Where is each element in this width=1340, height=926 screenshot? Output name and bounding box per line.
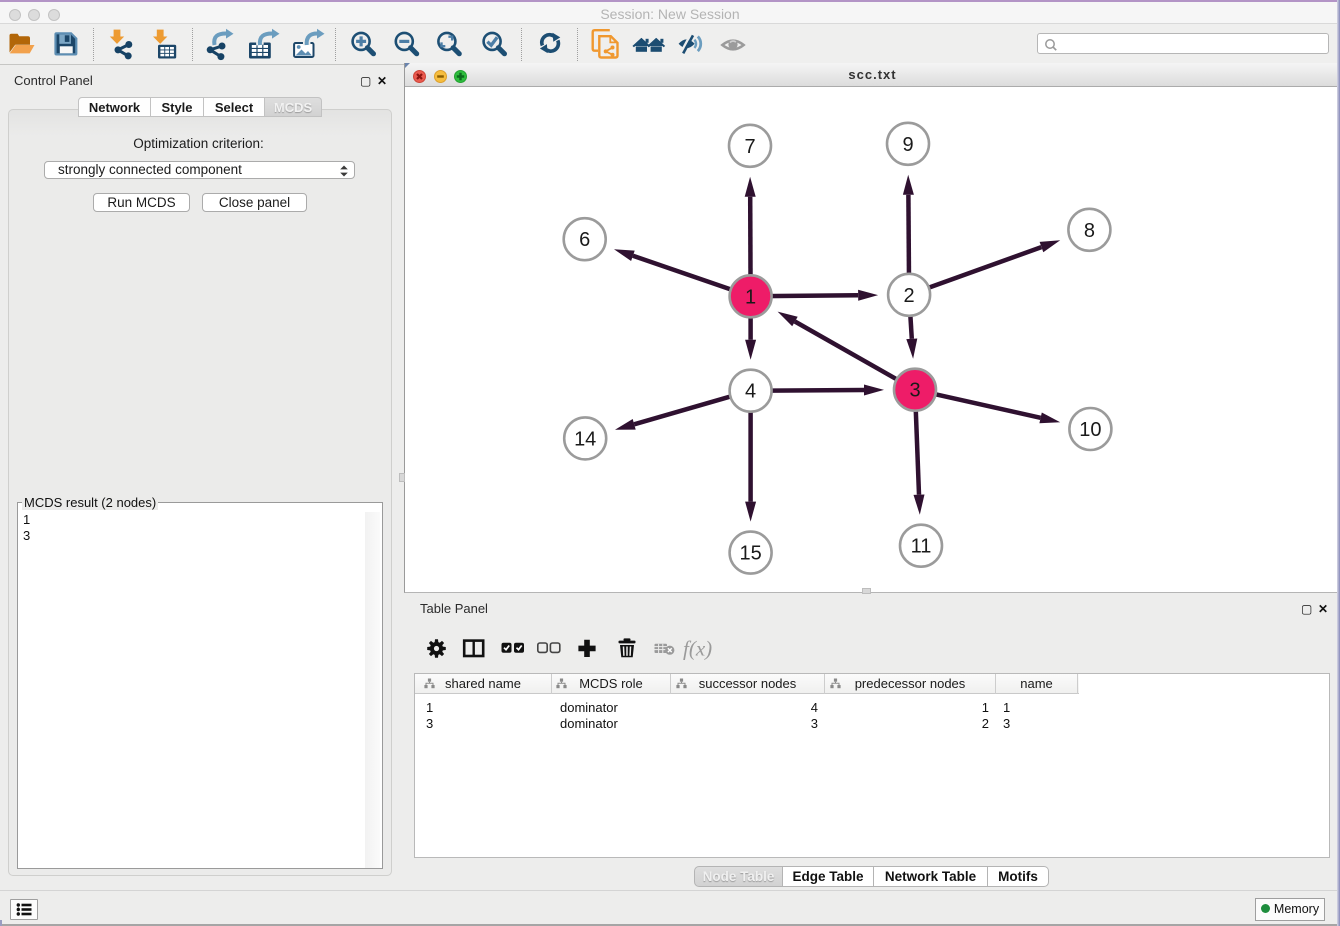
svg-text:15: 15	[739, 543, 761, 565]
svg-text:1: 1	[745, 286, 756, 308]
svg-text:11: 11	[911, 536, 932, 558]
svg-text:9: 9	[902, 134, 913, 156]
svg-text:2: 2	[904, 285, 915, 307]
svg-text:8: 8	[1084, 220, 1095, 242]
svg-text:10: 10	[1079, 419, 1101, 441]
svg-text:3: 3	[909, 380, 920, 402]
svg-text:f(x): f(x)	[683, 637, 712, 661]
svg-text:6: 6	[579, 229, 590, 251]
svg-text:14: 14	[574, 428, 596, 450]
svg-text:7: 7	[744, 136, 755, 158]
svg-text:4: 4	[745, 381, 756, 403]
